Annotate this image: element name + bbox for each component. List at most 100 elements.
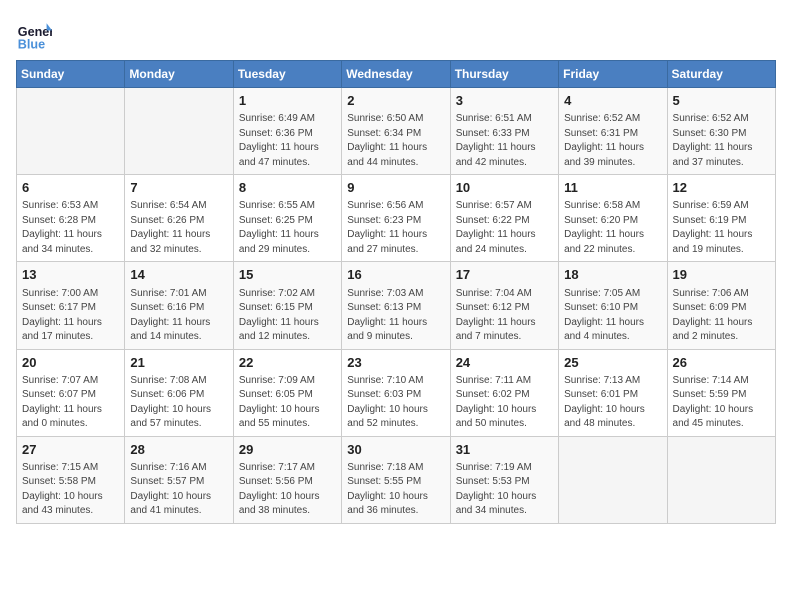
day-number: 11 xyxy=(564,179,661,197)
day-number: 10 xyxy=(456,179,553,197)
day-info: Sunrise: 6:52 AM Sunset: 6:30 PM Dayligh… xyxy=(673,112,770,170)
day-number: 23 xyxy=(347,354,444,372)
day-cell: 28 Sunrise: 7:16 AM Sunset: 5:57 PM Dayli… xyxy=(125,436,233,523)
day-info: Sunrise: 7:18 AM Sunset: 5:55 PM Dayligh… xyxy=(347,461,444,519)
logo-icon: General Blue xyxy=(16,16,52,52)
day-cell: 15 Sunrise: 7:02 AM Sunset: 6:15 PM Dayli… xyxy=(233,262,341,349)
day-info: Sunrise: 7:14 AM Sunset: 5:59 PM Dayligh… xyxy=(673,374,770,432)
day-number: 12 xyxy=(673,179,770,197)
day-info: Sunrise: 7:06 AM Sunset: 6:09 PM Dayligh… xyxy=(673,287,770,345)
column-header-wednesday: Wednesday xyxy=(342,61,450,88)
day-number: 30 xyxy=(347,441,444,459)
day-number: 9 xyxy=(347,179,444,197)
day-number: 17 xyxy=(456,266,553,284)
day-number: 13 xyxy=(22,266,119,284)
day-number: 25 xyxy=(564,354,661,372)
day-info: Sunrise: 7:08 AM Sunset: 6:06 PM Dayligh… xyxy=(130,374,227,432)
day-number: 18 xyxy=(564,266,661,284)
day-number: 1 xyxy=(239,92,336,110)
day-cell: 30 Sunrise: 7:18 AM Sunset: 5:55 PM Dayli… xyxy=(342,436,450,523)
column-header-friday: Friday xyxy=(559,61,667,88)
week-row-5: 27 Sunrise: 7:15 AM Sunset: 5:58 PM Dayli… xyxy=(17,436,776,523)
day-cell: 19 Sunrise: 7:06 AM Sunset: 6:09 PM Dayli… xyxy=(667,262,775,349)
day-info: Sunrise: 7:13 AM Sunset: 6:01 PM Dayligh… xyxy=(564,374,661,432)
day-cell: 21Sunrise: 7:08 AM Sunset: 6:06 PM Dayli… xyxy=(125,349,233,436)
column-header-monday: Monday xyxy=(125,61,233,88)
day-number: 28 xyxy=(130,441,227,459)
day-number: 4 xyxy=(564,92,661,110)
day-cell xyxy=(125,88,233,175)
day-info: Sunrise: 7:00 AM Sunset: 6:17 PM Dayligh… xyxy=(22,287,119,345)
week-row-1: 1 Sunrise: 6:49 AM Sunset: 6:36 PM Daylig… xyxy=(17,88,776,175)
day-cell: 25 Sunrise: 7:13 AM Sunset: 6:01 PM Dayli… xyxy=(559,349,667,436)
day-cell: 14 Sunrise: 7:01 AM Sunset: 6:16 PM Dayli… xyxy=(125,262,233,349)
day-info: Sunrise: 7:15 AM Sunset: 5:58 PM Dayligh… xyxy=(22,461,119,519)
day-info: Sunrise: 7:17 AM Sunset: 5:56 PM Dayligh… xyxy=(239,461,336,519)
day-cell: 7Sunrise: 6:54 AM Sunset: 6:26 PM Daylig… xyxy=(125,175,233,262)
column-header-thursday: Thursday xyxy=(450,61,558,88)
day-cell: 8Sunrise: 6:55 AM Sunset: 6:25 PM Daylig… xyxy=(233,175,341,262)
day-info: Sunrise: 7:04 AM Sunset: 6:12 PM Dayligh… xyxy=(456,287,553,345)
day-number: 31 xyxy=(456,441,553,459)
week-row-2: 6 Sunrise: 6:53 AM Sunset: 6:28 PM Daylig… xyxy=(17,175,776,262)
day-info: Sunrise: 6:56 AM Sunset: 6:23 PM Dayligh… xyxy=(347,199,444,257)
day-info: Sunrise: 7:01 AM Sunset: 6:16 PM Dayligh… xyxy=(130,287,227,345)
day-cell: 10Sunrise: 6:57 AM Sunset: 6:22 PM Dayli… xyxy=(450,175,558,262)
page-header: General Blue xyxy=(16,16,776,52)
day-info: Sunrise: 6:58 AM Sunset: 6:20 PM Dayligh… xyxy=(564,199,661,257)
day-number: 26 xyxy=(673,354,770,372)
calendar-header-row: SundayMondayTuesdayWednesdayThursdayFrid… xyxy=(17,61,776,88)
day-info: Sunrise: 6:50 AM Sunset: 6:34 PM Dayligh… xyxy=(347,112,444,170)
day-cell: 5 Sunrise: 6:52 AM Sunset: 6:30 PM Daylig… xyxy=(667,88,775,175)
day-cell: 24 Sunrise: 7:11 AM Sunset: 6:02 PM Dayli… xyxy=(450,349,558,436)
day-number: 14 xyxy=(130,266,227,284)
day-cell: 9 Sunrise: 6:56 AM Sunset: 6:23 PM Daylig… xyxy=(342,175,450,262)
day-cell: 22Sunrise: 7:09 AM Sunset: 6:05 PM Dayli… xyxy=(233,349,341,436)
column-header-saturday: Saturday xyxy=(667,61,775,88)
day-cell xyxy=(559,436,667,523)
day-number: 27 xyxy=(22,441,119,459)
day-info: Sunrise: 7:05 AM Sunset: 6:10 PM Dayligh… xyxy=(564,287,661,345)
day-info: Sunrise: 6:53 AM Sunset: 6:28 PM Dayligh… xyxy=(22,199,119,257)
day-cell: 11 Sunrise: 6:58 AM Sunset: 6:20 PM Dayli… xyxy=(559,175,667,262)
day-cell: 20 Sunrise: 7:07 AM Sunset: 6:07 PM Dayli… xyxy=(17,349,125,436)
day-number: 19 xyxy=(673,266,770,284)
calendar-table: SundayMondayTuesdayWednesdayThursdayFrid… xyxy=(16,60,776,524)
day-number: 2 xyxy=(347,92,444,110)
day-cell: 18 Sunrise: 7:05 AM Sunset: 6:10 PM Dayli… xyxy=(559,262,667,349)
day-number: 6 xyxy=(22,179,119,197)
day-cell: 1 Sunrise: 6:49 AM Sunset: 6:36 PM Daylig… xyxy=(233,88,341,175)
day-info: Sunrise: 7:02 AM Sunset: 6:15 PM Dayligh… xyxy=(239,287,336,345)
column-header-sunday: Sunday xyxy=(17,61,125,88)
day-info: Sunrise: 6:55 AM Sunset: 6:25 PM Dayligh… xyxy=(239,199,336,257)
day-cell: 26 Sunrise: 7:14 AM Sunset: 5:59 PM Dayli… xyxy=(667,349,775,436)
day-cell xyxy=(17,88,125,175)
day-number: 15 xyxy=(239,266,336,284)
day-info: Sunrise: 6:51 AM Sunset: 6:33 PM Dayligh… xyxy=(456,112,553,170)
day-info: Sunrise: 7:03 AM Sunset: 6:13 PM Dayligh… xyxy=(347,287,444,345)
day-number: 3 xyxy=(456,92,553,110)
week-row-4: 20 Sunrise: 7:07 AM Sunset: 6:07 PM Dayli… xyxy=(17,349,776,436)
day-number: 5 xyxy=(673,92,770,110)
day-info: Sunrise: 7:09 AM Sunset: 6:05 PM Dayligh… xyxy=(239,374,336,432)
svg-text:Blue: Blue xyxy=(18,37,45,51)
day-cell: 6 Sunrise: 6:53 AM Sunset: 6:28 PM Daylig… xyxy=(17,175,125,262)
logo: General Blue xyxy=(16,16,52,52)
day-number: 20 xyxy=(22,354,119,372)
day-cell: 4Sunrise: 6:52 AM Sunset: 6:31 PM Daylig… xyxy=(559,88,667,175)
day-info: Sunrise: 6:49 AM Sunset: 6:36 PM Dayligh… xyxy=(239,112,336,170)
day-number: 7 xyxy=(130,179,227,197)
day-cell: 17 Sunrise: 7:04 AM Sunset: 6:12 PM Dayli… xyxy=(450,262,558,349)
day-info: Sunrise: 7:16 AM Sunset: 5:57 PM Dayligh… xyxy=(130,461,227,519)
day-cell: 13 Sunrise: 7:00 AM Sunset: 6:17 PM Dayli… xyxy=(17,262,125,349)
column-header-tuesday: Tuesday xyxy=(233,61,341,88)
day-info: Sunrise: 7:10 AM Sunset: 6:03 PM Dayligh… xyxy=(347,374,444,432)
day-cell: 23 Sunrise: 7:10 AM Sunset: 6:03 PM Dayli… xyxy=(342,349,450,436)
week-row-3: 13 Sunrise: 7:00 AM Sunset: 6:17 PM Dayli… xyxy=(17,262,776,349)
day-number: 24 xyxy=(456,354,553,372)
day-cell: 29Sunrise: 7:17 AM Sunset: 5:56 PM Dayli… xyxy=(233,436,341,523)
day-cell xyxy=(667,436,775,523)
day-info: Sunrise: 7:07 AM Sunset: 6:07 PM Dayligh… xyxy=(22,374,119,432)
day-info: Sunrise: 7:11 AM Sunset: 6:02 PM Dayligh… xyxy=(456,374,553,432)
day-cell: 16Sunrise: 7:03 AM Sunset: 6:13 PM Dayli… xyxy=(342,262,450,349)
